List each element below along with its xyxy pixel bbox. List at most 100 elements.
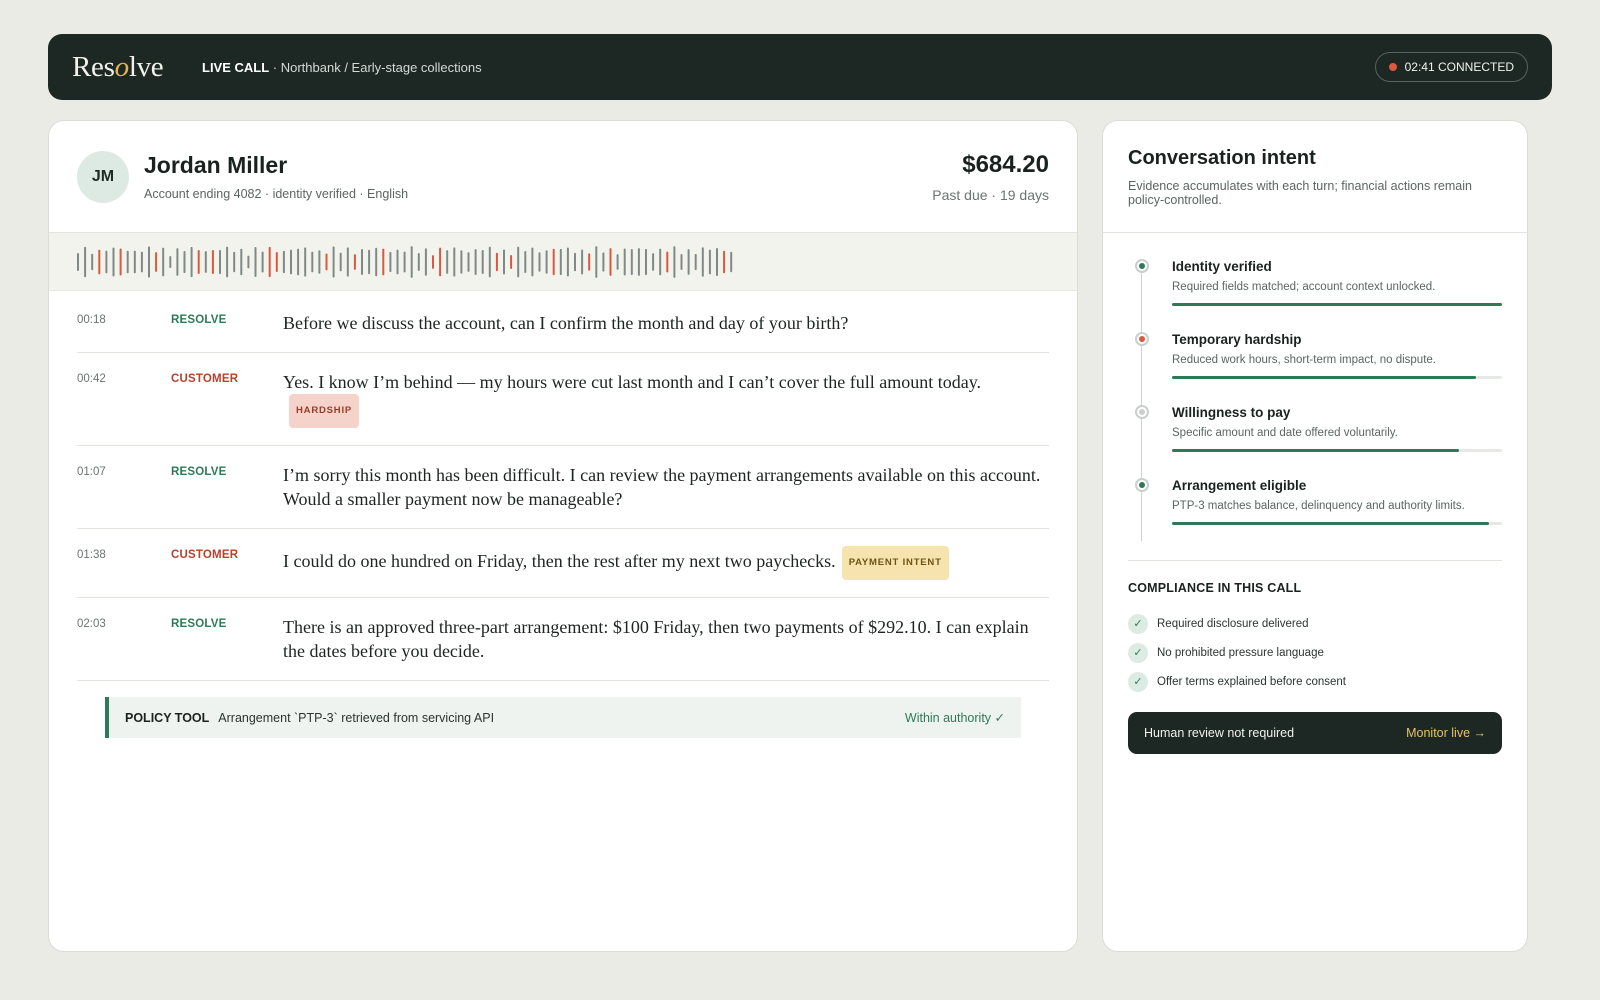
compliance-item-label: Required disclosure delivered [1157,617,1309,630]
waveform-bar [545,250,548,274]
compliance-item: ✓ Required disclosure delivered [1128,609,1502,638]
waveform-bar [148,246,150,278]
intent-tag: HARDSHIP [289,394,360,428]
intent-item: Identity verified Required fields matched… [1128,259,1502,332]
compliance-item: ✓ Offer terms explained before consent [1128,667,1502,696]
waveform-bar [510,254,513,270]
transcript-turn: 02:03 RESOLVE There is an approved three-p… [77,598,1049,681]
waveform-bar [233,251,236,273]
waveform-bar [346,247,349,277]
waveform-bar [105,250,108,274]
policy-tool-banner: POLICY TOOL Arrangement `PTP-3` retrieve… [105,697,1021,738]
waveform-bar [467,252,470,272]
intent-name: Arrangement eligible [1172,478,1307,493]
waveform-bar [290,249,292,275]
waveform-bar [566,247,569,277]
waveform-bar [680,253,683,271]
waveform-bar [353,254,356,270]
policy-authority-status: Within authority ✓ [904,711,1005,725]
waveform-bar [424,248,427,276]
compliance-list: ✓ Required disclosure delivered ✓ No prohib… [1128,609,1502,696]
status-dot-icon [1388,63,1397,71]
balance: $684.20 Past due · 19 days [932,151,1049,203]
waveform-bar [687,249,690,275]
waveform-bar [503,249,505,275]
waveform-bar [311,251,314,273]
waveform-bar [162,247,165,277]
monitor-live-link[interactable]: Monitor live → [1406,726,1486,740]
turn-timestamp: 00:18 [77,314,106,326]
intent-confidence-bar [1172,522,1502,525]
waveform-bar [531,247,534,277]
turn-text: Yes. I know I’m behind — my hours were c… [283,370,1049,428]
intent-dot-icon [1135,478,1149,492]
intent-panel-description: Evidence accumulates with each turn; fin… [1128,179,1472,207]
waveform-bar [133,250,136,274]
logo: Resolve [72,50,164,83]
human-review-banner: Human review not required Monitor live → [1128,712,1502,754]
waveform-bar [119,248,122,276]
waveform-bar [396,249,399,275]
waveform-bar [126,250,129,274]
compliance-title: COMPLIANCE IN THIS CALL [1128,581,1302,595]
intent-confidence-bar [1172,376,1502,379]
intent-description: Specific amount and date offered volunta… [1172,427,1398,439]
waveform-bar [219,249,221,275]
human-review-text: Human review not required [1144,726,1295,740]
turn-text: There is an approved three-part arrangem… [283,615,1049,663]
waveform-bar [574,252,576,272]
turn-text-content: I’m sorry this month has been difficult.… [283,465,1041,509]
waveform-bar [77,253,79,271]
waveform-bar [730,251,733,273]
waveform-bar [517,246,520,278]
connection-status-text: 02:41 CONNECTED [1404,60,1514,74]
intent-dot-icon [1135,405,1149,419]
waveform-bar [723,250,726,274]
waveform-bar [645,248,647,276]
intent-description: Reduced work hours, short-term impact, n… [1172,354,1436,366]
waveform-bar [318,250,321,274]
waveform-bar [190,246,193,278]
intent-confidence-bar [1172,303,1502,306]
waveform-bar [368,249,371,275]
intent-panel: Conversation intent Evidence accumulates… [1102,120,1528,952]
waveform-bar [382,248,385,276]
turn-timestamp: 02:03 [77,618,106,630]
waveform-bar [666,251,669,273]
intent-name: Identity verified [1172,259,1272,274]
waveform-bar [226,246,229,278]
conversation-card: JM Jordan Miller Account ending 4082 · i… [48,120,1078,952]
turn-text: I could do one hundred on Friday, then t… [283,546,1049,580]
waveform-bar [616,254,619,270]
customer-info: Jordan Miller Account ending 4082 · iden… [144,152,408,201]
customer-header: JM Jordan Miller Account ending 4082 · i… [49,121,1077,233]
intent-confidence-bar [1172,449,1502,452]
waveform-bar [339,252,342,272]
waveform-bar [332,246,335,278]
waveform-bar [261,251,264,273]
waveform-bar [98,249,101,275]
intent-dot-icon [1135,259,1149,273]
intent-confidence-fill [1172,449,1460,452]
intent-name: Temporary hardship [1172,332,1302,347]
turn-timestamp: 01:38 [77,549,106,561]
compliance-item: ✓ No prohibited pressure language [1128,638,1502,667]
turn-speaker: CUSTOMER [171,549,239,561]
waveform-bar [282,250,285,274]
intent-item: Willingness to pay Specific amount and da… [1128,405,1502,478]
waveform-bar [183,250,186,274]
transcript-turn: 01:38 CUSTOMER I could do one hundred on F… [77,529,1049,598]
avatar: JM [77,150,129,203]
waveform-bar [609,248,612,276]
connection-status-badge: 02:41 CONNECTED [1374,52,1528,82]
waveform-graphic [77,246,733,278]
turn-speaker: RESOLVE [171,314,227,326]
turn-timestamp: 00:42 [77,373,106,385]
waveform-bar [460,250,463,274]
turn-text-content: Yes. I know I’m behind — my hours were c… [283,372,982,392]
waveform-bar [595,246,598,278]
waveform-bar [211,250,214,274]
waveform-bar [559,248,562,276]
intent-description: Required fields matched; account context… [1172,281,1436,293]
turn-text-content: There is an approved three-part arrangem… [283,617,1029,661]
